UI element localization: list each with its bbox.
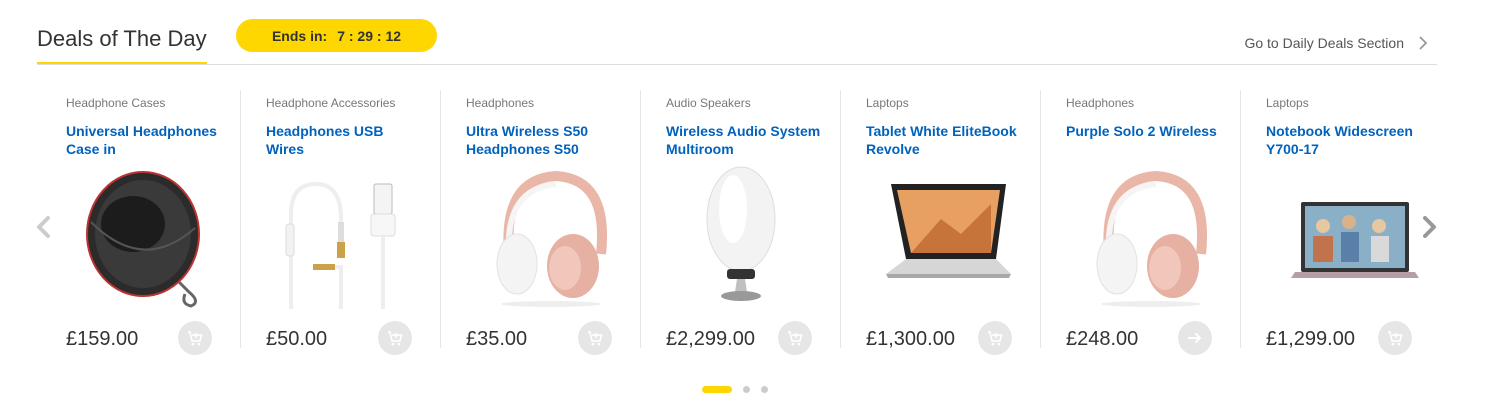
product-card[interactable]: Laptops Tablet White EliteBook Revolve £… [841, 90, 1041, 355]
daily-deals-link-label: Go to Daily Deals Section [1244, 35, 1404, 51]
add-to-cart-button[interactable] [778, 321, 812, 355]
product-price: £1,299.00 [1266, 328, 1355, 350]
product-price: £248.00 [1066, 328, 1139, 350]
product-price: £2,299.00 [666, 328, 755, 350]
product-price: £50.00 [266, 328, 328, 350]
carousel-pagination [702, 386, 768, 393]
add-to-cart-icon [388, 331, 403, 346]
timer-value: 7 : 29 : 12 [337, 27, 402, 44]
product-category[interactable]: Headphones [466, 96, 534, 110]
add-to-cart-icon [588, 331, 603, 346]
add-to-cart-icon [188, 331, 203, 346]
product-carousel: Headphone Cases Universal Headphones Cas… [41, 90, 1440, 355]
pagination-dot-2[interactable] [743, 386, 750, 393]
product-card[interactable]: Audio Speakers Wireless Audio System Mul… [641, 90, 841, 355]
pink-headphones-image[interactable] [1061, 164, 1221, 309]
product-card[interactable]: Headphone Cases Universal Headphones Cas… [41, 90, 241, 355]
add-to-cart-icon [1388, 331, 1403, 346]
add-to-cart-icon [988, 331, 1003, 346]
header-divider [37, 64, 1437, 65]
product-name[interactable]: Wireless Audio System Multiroom [666, 122, 821, 158]
headphone-case-image[interactable] [61, 164, 221, 309]
pink-headphones-image[interactable] [461, 164, 621, 309]
product-name[interactable]: Purple Solo 2 Wireless [1066, 122, 1221, 140]
add-to-cart-button[interactable] [978, 321, 1012, 355]
product-price: £159.00 [66, 328, 139, 350]
timer-prefix: Ends in: [271, 27, 328, 44]
product-category[interactable]: Audio Speakers [666, 96, 751, 110]
product-name[interactable]: Ultra Wireless S50 Headphones S50 [466, 122, 621, 158]
product-price: £35.00 [466, 328, 528, 350]
product-name[interactable]: Notebook Widescreen Y700-17 [1266, 122, 1421, 158]
chevron-right-icon [1419, 36, 1428, 50]
pagination-dot-3[interactable] [761, 386, 768, 393]
product-price: £1,300.00 [866, 328, 955, 350]
product-name[interactable]: Universal Headphones Case in [66, 122, 221, 158]
view-product-button[interactable] [1178, 321, 1212, 355]
product-category[interactable]: Laptops [866, 96, 909, 110]
convertible-laptop-image[interactable] [861, 164, 1021, 309]
arrow-right-icon [1188, 333, 1201, 343]
add-to-cart-button[interactable] [1378, 321, 1412, 355]
notebook-laptop-image[interactable] [1261, 164, 1421, 309]
add-to-cart-icon [788, 331, 803, 346]
product-category[interactable]: Headphones [1066, 96, 1134, 110]
white-speaker-image[interactable] [661, 164, 821, 309]
product-card[interactable]: Headphone Accessories Headphones USB Wir… [241, 90, 441, 355]
product-name[interactable]: Tablet White EliteBook Revolve [866, 122, 1021, 158]
product-card[interactable]: Headphones Ultra Wireless S50 Headphones… [441, 90, 641, 355]
deal-countdown-badge: Ends in: 7 : 29 : 12 [236, 19, 437, 52]
add-to-cart-button[interactable] [578, 321, 612, 355]
product-card[interactable]: Headphones Purple Solo 2 Wireless £248.0… [1041, 90, 1241, 355]
section-title: Deals of The Day [37, 26, 207, 51]
product-category[interactable]: Headphone Accessories [266, 96, 395, 110]
usb-wire-image[interactable] [261, 164, 421, 309]
add-to-cart-button[interactable] [378, 321, 412, 355]
pagination-dot-1[interactable] [702, 386, 732, 393]
add-to-cart-button[interactable] [178, 321, 212, 355]
product-category[interactable]: Laptops [1266, 96, 1309, 110]
product-category[interactable]: Headphone Cases [66, 96, 165, 110]
daily-deals-link[interactable]: Go to Daily Deals Section [1244, 34, 1432, 52]
product-card[interactable]: Laptops Notebook Widescreen Y700-17 £1,2… [1241, 90, 1440, 355]
product-name[interactable]: Headphones USB Wires [266, 122, 421, 158]
